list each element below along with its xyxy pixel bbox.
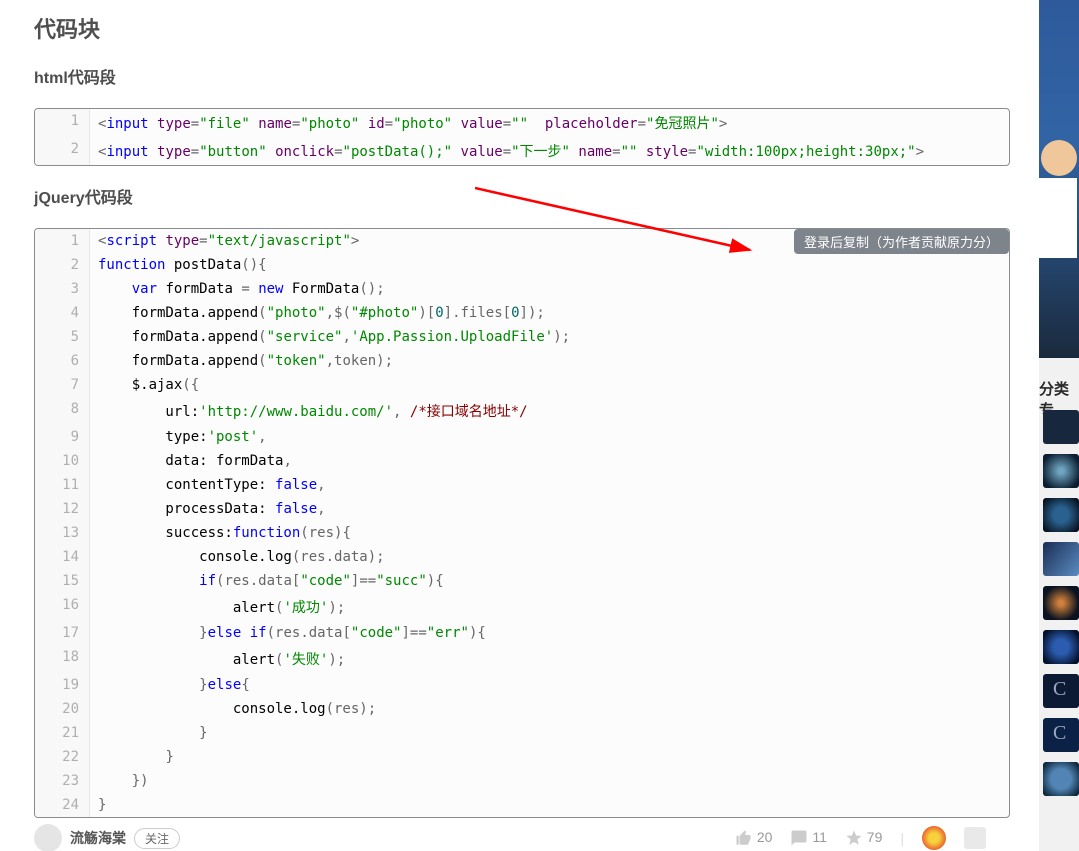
copy-login-tooltip[interactable]: 登录后复制（为作者贡献原力分） xyxy=(794,229,1009,254)
line-number: 1 xyxy=(35,109,90,137)
line-number: 22 xyxy=(35,745,90,769)
code-html-lines: 1<input type="file" name="photo" id="pho… xyxy=(35,109,1009,165)
medal-icon[interactable] xyxy=(922,826,946,850)
line-number: 3 xyxy=(35,277,90,301)
line-number: 5 xyxy=(35,325,90,349)
line-number: 14 xyxy=(35,545,90,569)
comment-icon xyxy=(790,829,808,847)
article-main: 代码块 html代码段 1<input type="file" name="ph… xyxy=(0,0,1010,836)
code-block-jquery: 登录后复制（为作者贡献原力分） 1<script type="text/java… xyxy=(34,228,1010,818)
code-line: } xyxy=(90,793,1010,817)
code-line: contentType: false, xyxy=(90,473,1010,497)
code-line: }else{ xyxy=(90,673,1010,697)
code-line: type:'post', xyxy=(90,425,1010,449)
sidebar-thumb[interactable] xyxy=(1043,630,1079,664)
line-number: 10 xyxy=(35,449,90,473)
code-line: if(res.data["code"]=="succ"){ xyxy=(90,569,1010,593)
line-number: 6 xyxy=(35,349,90,373)
heading-jquery-segment: jQuery代码段 xyxy=(34,184,1010,208)
heading-html-segment: html代码段 xyxy=(34,64,1010,88)
line-number: 12 xyxy=(35,497,90,521)
code-line: var formData = new FormData(); xyxy=(90,277,1010,301)
sidebar-thumb[interactable] xyxy=(1043,454,1079,488)
line-number: 16 xyxy=(35,593,90,621)
code-line: }else if(res.data["code"]=="err"){ xyxy=(90,621,1010,645)
code-line: alert('失败'); xyxy=(90,645,1010,673)
heading-code-block: 代码块 xyxy=(34,12,1010,44)
line-number: 9 xyxy=(35,425,90,449)
line-number: 13 xyxy=(35,521,90,545)
thumbs-up-icon xyxy=(735,829,753,847)
line-number: 19 xyxy=(35,673,90,697)
code-line: } xyxy=(90,721,1010,745)
star-icon xyxy=(845,829,863,847)
author-avatar[interactable] xyxy=(34,824,62,851)
sidebar-thumb[interactable] xyxy=(1043,762,1079,796)
code-line: formData.append("photo",$("#photo")[0].f… xyxy=(90,301,1010,325)
sidebar-thumb[interactable] xyxy=(1043,586,1079,620)
code-line: <input type="file" name="photo" id="phot… xyxy=(90,109,1010,137)
code-line: <input type="button" onclick="postData()… xyxy=(90,137,1010,165)
star-count: 79 xyxy=(867,829,883,845)
line-number: 2 xyxy=(35,253,90,277)
comment-button[interactable]: 11 xyxy=(790,829,826,847)
stats-bar: 20 11 79 | xyxy=(735,826,986,850)
line-number: 18 xyxy=(35,645,90,673)
code-line: }) xyxy=(90,769,1010,793)
sidebar-thumb[interactable] xyxy=(1043,542,1079,576)
code-line: data: formData, xyxy=(90,449,1010,473)
code-line: $.ajax({ xyxy=(90,373,1010,397)
like-count: 20 xyxy=(757,829,773,845)
line-number: 11 xyxy=(35,473,90,497)
line-number: 17 xyxy=(35,621,90,645)
code-js-lines: 1<script type="text/javascript">2functio… xyxy=(35,229,1009,817)
author-bar: 流觞海棠 关注 20 11 79 | xyxy=(34,824,986,851)
like-button[interactable]: 20 xyxy=(735,829,772,847)
line-number: 15 xyxy=(35,569,90,593)
share-button[interactable] xyxy=(964,827,986,849)
code-line: formData.append("token",token); xyxy=(90,349,1010,373)
line-number: 23 xyxy=(35,769,90,793)
line-number: 21 xyxy=(35,721,90,745)
right-sidebar: 分类专 xyxy=(1039,0,1079,851)
code-line: console.log(res); xyxy=(90,697,1010,721)
star-button[interactable]: 79 xyxy=(845,829,882,847)
code-line: console.log(res.data); xyxy=(90,545,1010,569)
line-number: 4 xyxy=(35,301,90,325)
sidebar-thumbs xyxy=(1039,410,1079,806)
code-line: } xyxy=(90,745,1010,769)
line-number: 1 xyxy=(35,229,90,253)
sidebar-thumb[interactable] xyxy=(1043,410,1079,444)
divider: | xyxy=(900,830,904,846)
comment-count: 11 xyxy=(812,829,827,845)
author-name[interactable]: 流觞海棠 xyxy=(70,828,126,848)
code-line: function postData(){ xyxy=(90,253,1010,277)
sidebar-thumb[interactable] xyxy=(1043,498,1079,532)
sidebar-thumb[interactable] xyxy=(1043,674,1079,708)
sidebar-thumb[interactable] xyxy=(1043,718,1079,752)
code-line: formData.append("service",'App.Passion.U… xyxy=(90,325,1010,349)
line-number: 7 xyxy=(35,373,90,397)
line-number: 2 xyxy=(35,137,90,165)
code-line: alert('成功'); xyxy=(90,593,1010,621)
blogger-photo[interactable] xyxy=(1039,0,1079,358)
line-number: 24 xyxy=(35,793,90,817)
code-line: success:function(res){ xyxy=(90,521,1010,545)
line-number: 8 xyxy=(35,397,90,425)
code-line: url:'http://www.baidu.com/', /*接口域名地址*/ xyxy=(90,397,1010,425)
code-block-html: 1<input type="file" name="photo" id="pho… xyxy=(34,108,1010,166)
page-root: 代码块 html代码段 1<input type="file" name="ph… xyxy=(0,0,1079,851)
code-line: processData: false, xyxy=(90,497,1010,521)
follow-button[interactable]: 关注 xyxy=(134,828,180,849)
line-number: 20 xyxy=(35,697,90,721)
